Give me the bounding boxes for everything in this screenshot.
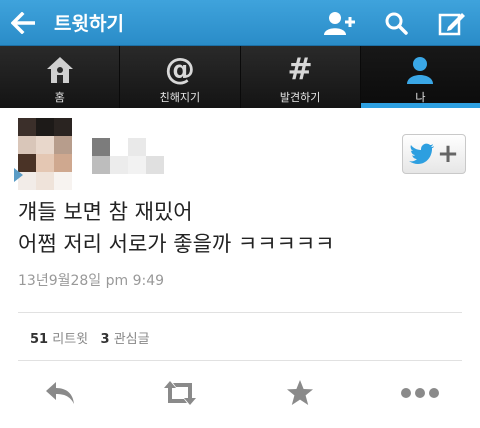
follow-button[interactable]: + [402, 134, 466, 174]
twitter-bird-icon [409, 143, 435, 164]
follow-plus-icon: + [437, 139, 459, 169]
at-icon: @ [164, 52, 195, 87]
add-user-icon [324, 12, 355, 35]
tweet-line-2: 어쩜 저리 서로가 좋을까 ㅋㅋㅋㅋㅋ [18, 232, 335, 256]
reply-button[interactable] [0, 370, 120, 416]
favorite-button[interactable] [240, 370, 360, 416]
tab-discover-label: 발견하기 [279, 91, 321, 104]
favorite-star-icon [287, 380, 313, 405]
tweet-stats: 51 리트윗 3 관심글 [30, 328, 150, 347]
retweet-label[interactable]: 리트윗 [52, 332, 88, 347]
favorite-label[interactable]: 관심글 [114, 332, 150, 347]
search-icon [385, 12, 408, 35]
tab-connect[interactable]: @ 친해지기 [120, 46, 241, 108]
more-button[interactable] [360, 370, 480, 416]
action-bar: 트윗하기 [0, 0, 480, 46]
username-blurred[interactable] [92, 138, 170, 174]
compose-icon [438, 13, 465, 36]
retweet-count[interactable]: 51 [30, 332, 48, 347]
avatar[interactable] [18, 118, 72, 190]
retweet-button[interactable] [120, 370, 240, 416]
tab-discover[interactable]: # 발견하기 [241, 46, 361, 108]
back-arrow-icon [11, 11, 35, 34]
tab-me[interactable]: 나 [360, 46, 480, 108]
home-icon [46, 57, 73, 83]
tweet-text: 걔들 보면 참 재밌어 어쩜 저리 서로가 좋을까 ㅋㅋㅋㅋㅋ [18, 196, 458, 260]
hash-icon: # [287, 52, 313, 87]
search-button[interactable] [368, 0, 424, 46]
page-title: 트윗하기 [54, 13, 124, 35]
tab-home[interactable]: 홈 [0, 46, 121, 108]
more-icon [401, 388, 439, 398]
compose-button[interactable] [424, 0, 480, 46]
divider-bottom [18, 360, 462, 361]
tweet-actions [0, 370, 480, 416]
tab-bar: 홈 @ 친해지기 # 발견하기 나 [0, 46, 480, 108]
add-user-button[interactable] [312, 0, 368, 46]
tweet-timestamp: 13년9월28일 pm 9:49 [18, 273, 165, 289]
person-icon [407, 57, 434, 84]
tab-me-label: 나 [415, 91, 426, 104]
back-button[interactable] [0, 0, 48, 46]
retweet-icon [164, 381, 196, 405]
tab-connect-label: 친해지기 [159, 91, 201, 104]
tab-home-label: 홈 [54, 91, 65, 104]
retweet-indicator [14, 168, 23, 182]
tweet-line-1: 걔들 보면 참 재밌어 [18, 200, 193, 224]
divider-top [18, 312, 462, 313]
reply-icon [46, 382, 74, 404]
favorite-count[interactable]: 3 [101, 332, 110, 347]
